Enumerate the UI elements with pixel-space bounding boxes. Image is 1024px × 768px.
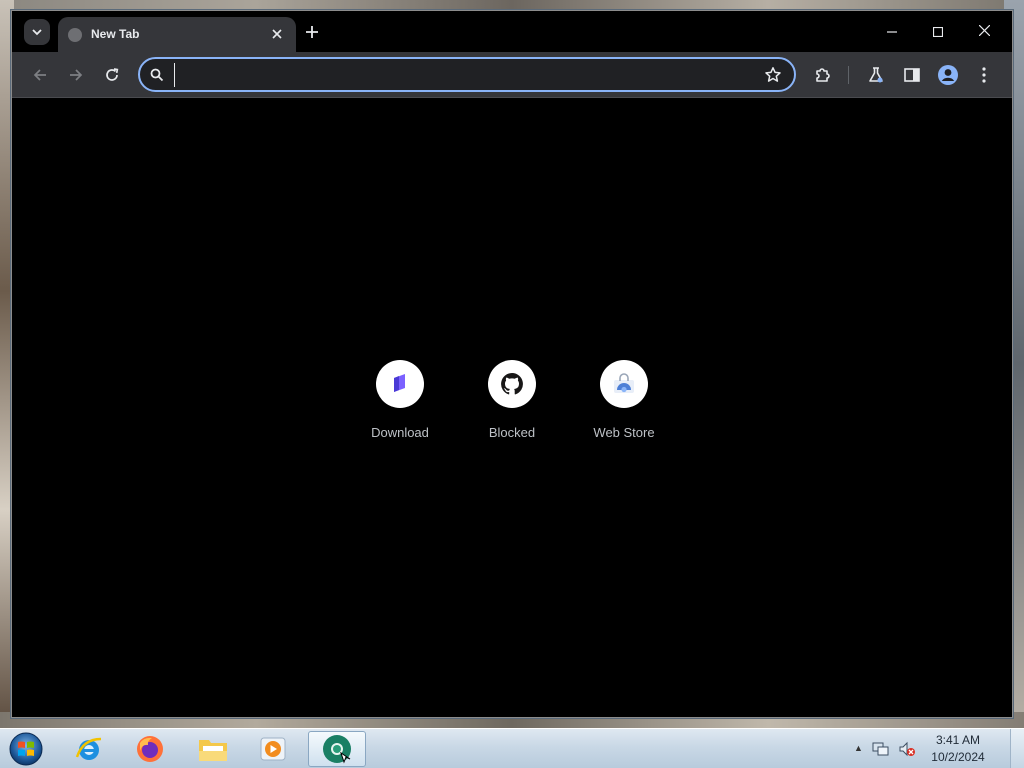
globe-icon [68, 28, 82, 42]
maximize-icon [932, 26, 944, 38]
shortcut-icon-container [376, 360, 424, 408]
new-tab-button[interactable] [300, 20, 324, 44]
plus-icon [306, 26, 318, 38]
media-player-icon [260, 737, 286, 761]
tab-new-tab[interactable]: New Tab [58, 17, 296, 53]
new-tab-page: Download Blocked Web Store [12, 98, 1012, 717]
taskbar-chrome[interactable] [308, 731, 366, 767]
shortcut-label: Web Store [593, 425, 655, 440]
shortcut-download[interactable]: Download [344, 360, 456, 450]
minimize-icon [887, 31, 897, 33]
extensions-button[interactable] [812, 64, 834, 86]
chrome-icon [323, 735, 351, 764]
side-panel-icon [904, 68, 920, 82]
profile-button[interactable] [937, 64, 959, 86]
arrow-left-icon [33, 69, 46, 81]
address-input[interactable] [174, 63, 754, 87]
bookmark-star-icon[interactable] [764, 66, 782, 84]
title-bar: New Tab [12, 11, 1012, 53]
taskbar: ▲ 3:41 AM 10/2/2024 [0, 728, 1024, 768]
browser-menu-button[interactable] [973, 64, 995, 86]
back-button[interactable] [29, 64, 51, 86]
labs-button[interactable] [865, 64, 887, 86]
toolbar-separator [848, 66, 849, 84]
shortcut-icon-container [488, 360, 536, 408]
forward-button[interactable] [65, 64, 87, 86]
clock-date[interactable]: 10/2/2024 [926, 750, 990, 764]
windows-start-icon [9, 732, 43, 766]
puzzle-icon [816, 68, 830, 82]
network-icon[interactable] [872, 740, 890, 758]
shortcut-label: Download [371, 425, 429, 440]
download-site-icon [394, 374, 405, 392]
browser-toolbar [12, 52, 1012, 98]
taskbar-firefox[interactable] [121, 731, 179, 767]
tab-title: New Tab [91, 27, 140, 41]
tab-search-button[interactable] [24, 19, 50, 45]
shortcut-blocked[interactable]: Blocked [456, 360, 568, 450]
side-panel-button[interactable] [901, 64, 923, 86]
reload-button[interactable] [101, 64, 123, 86]
internet-explorer-icon [75, 737, 102, 760]
firefox-icon [137, 736, 163, 762]
chevron-down-icon [32, 29, 42, 36]
close-window-button[interactable] [966, 19, 1002, 45]
show-hidden-icons-button[interactable]: ▲ [854, 741, 866, 755]
volume-muted-icon[interactable] [898, 740, 916, 758]
system-tray: ▲ 3:41 AM 10/2/2024 [854, 729, 1024, 768]
tab-close-button[interactable] [268, 25, 286, 43]
arrow-right-icon [70, 69, 83, 81]
shortcut-label: Blocked [488, 425, 536, 440]
github-icon [501, 373, 523, 395]
show-desktop-button[interactable] [1010, 729, 1024, 768]
clock-time[interactable]: 3:41 AM [928, 733, 988, 747]
taskbar-internet-explorer[interactable] [60, 731, 118, 767]
taskbar-file-explorer[interactable] [184, 731, 242, 767]
maximize-button[interactable] [920, 19, 956, 45]
shortcut-web-store[interactable]: Web Store [568, 360, 680, 450]
flask-icon [869, 67, 883, 83]
minimize-button[interactable] [874, 19, 910, 45]
close-icon [272, 29, 282, 39]
browser-window: New Tab Download Blocked Web Store [11, 10, 1013, 718]
search-icon [150, 68, 164, 82]
close-icon [978, 24, 990, 37]
reload-icon [106, 68, 119, 81]
file-explorer-icon [199, 740, 227, 761]
avatar-icon [938, 65, 958, 85]
web-store-icon [614, 373, 634, 393]
taskbar-media-player[interactable] [244, 731, 302, 767]
start-button[interactable] [6, 730, 46, 768]
more-vert-icon [982, 67, 986, 83]
address-bar[interactable] [138, 57, 796, 92]
shortcut-icon-container [600, 360, 648, 408]
